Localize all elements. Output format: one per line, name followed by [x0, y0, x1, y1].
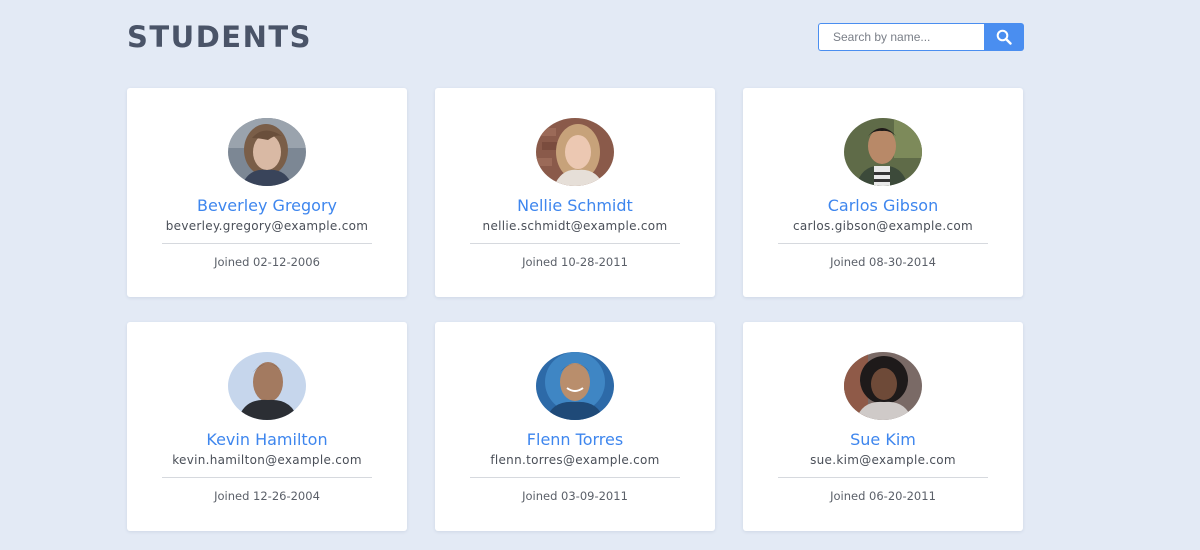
- avatar: [844, 118, 922, 186]
- student-card[interactable]: Beverley Gregory beverley.gregory@exampl…: [127, 88, 407, 297]
- student-email: kevin.hamilton@example.com: [172, 453, 362, 467]
- search-input[interactable]: [818, 23, 984, 51]
- joined-date: Joined 03-09-2011: [522, 489, 628, 503]
- joined-date: Joined 08-30-2014: [830, 255, 936, 269]
- student-name: Beverley Gregory: [196, 196, 337, 215]
- avatar: [536, 352, 614, 420]
- joined-date: Joined 10-28-2011: [522, 255, 628, 269]
- divider: [162, 243, 372, 244]
- student-email: sue.kim@example.com: [810, 453, 956, 467]
- student-card[interactable]: Kevin Hamilton kevin.hamilton@example.co…: [127, 322, 407, 531]
- student-card[interactable]: Flenn Torres flenn.torres@example.com Jo…: [435, 322, 715, 531]
- avatar: [844, 352, 922, 420]
- search-icon: [996, 29, 1012, 45]
- student-name: Kevin Hamilton: [206, 430, 328, 449]
- divider: [778, 243, 988, 244]
- joined-date: Joined 12-26-2004: [214, 489, 320, 503]
- avatar: [228, 118, 306, 186]
- divider: [470, 243, 680, 244]
- student-card[interactable]: Sue Kim sue.kim@example.com Joined 06-20…: [743, 322, 1023, 531]
- divider: [162, 477, 372, 478]
- student-email: carlos.gibson@example.com: [793, 219, 973, 233]
- student-email: nellie.schmidt@example.com: [482, 219, 668, 233]
- divider: [778, 477, 988, 478]
- avatar: [228, 352, 306, 420]
- student-email: beverley.gregory@example.com: [165, 219, 369, 233]
- page-title: STUDENTS: [127, 20, 313, 54]
- joined-date: Joined 06-20-2011: [830, 489, 936, 503]
- divider: [470, 477, 680, 478]
- student-email: flenn.torres@example.com: [490, 453, 660, 467]
- student-card[interactable]: Carlos Gibson carlos.gibson@example.com …: [743, 88, 1023, 297]
- student-name: Flenn Torres: [526, 430, 624, 449]
- joined-date: Joined 02-12-2006: [214, 255, 320, 269]
- avatar: [536, 118, 614, 186]
- student-name: Nellie Schmidt: [517, 196, 633, 215]
- search-button[interactable]: [984, 23, 1024, 51]
- search-form: [818, 23, 1024, 51]
- student-card[interactable]: Nellie Schmidt nellie.schmidt@example.co…: [435, 88, 715, 297]
- student-name: Carlos Gibson: [827, 196, 939, 215]
- student-name: Sue Kim: [850, 430, 916, 449]
